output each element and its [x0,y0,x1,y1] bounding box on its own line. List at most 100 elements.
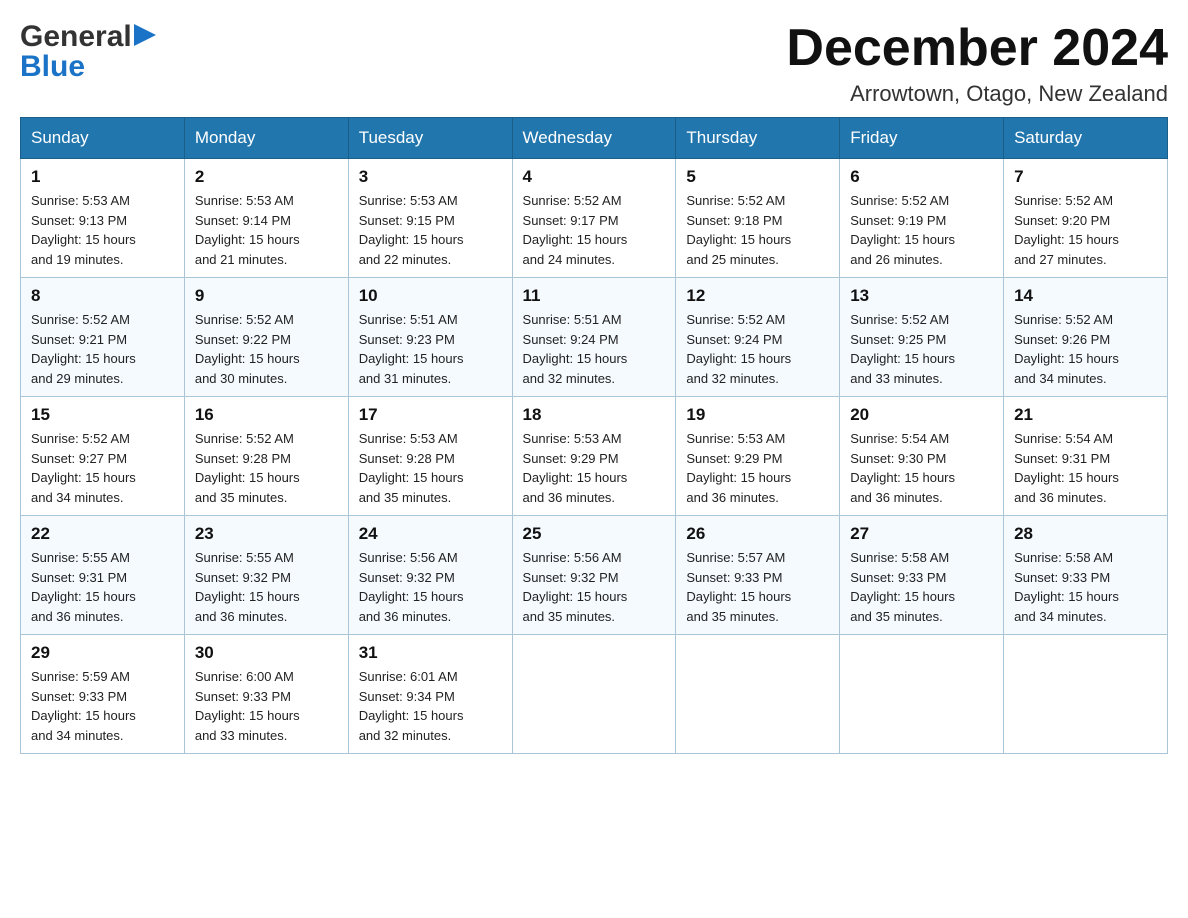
day-info: Sunrise: 5:58 AM Sunset: 9:33 PM Dayligh… [850,548,993,626]
table-row: 30 Sunrise: 6:00 AM Sunset: 9:33 PM Dayl… [184,635,348,754]
calendar-table: Sunday Monday Tuesday Wednesday Thursday… [20,117,1168,754]
header-wednesday: Wednesday [512,118,676,159]
day-info: Sunrise: 5:54 AM Sunset: 9:31 PM Dayligh… [1014,429,1157,507]
day-number: 21 [1014,405,1157,425]
day-info: Sunrise: 6:00 AM Sunset: 9:33 PM Dayligh… [195,667,338,745]
day-info: Sunrise: 5:53 AM Sunset: 9:28 PM Dayligh… [359,429,502,507]
table-row: 6 Sunrise: 5:52 AM Sunset: 9:19 PM Dayli… [840,159,1004,278]
table-row: 31 Sunrise: 6:01 AM Sunset: 9:34 PM Dayl… [348,635,512,754]
day-info: Sunrise: 5:52 AM Sunset: 9:21 PM Dayligh… [31,310,174,388]
day-info: Sunrise: 5:51 AM Sunset: 9:24 PM Dayligh… [523,310,666,388]
table-row: 26 Sunrise: 5:57 AM Sunset: 9:33 PM Dayl… [676,516,840,635]
table-row: 14 Sunrise: 5:52 AM Sunset: 9:26 PM Dayl… [1004,278,1168,397]
day-info: Sunrise: 5:53 AM Sunset: 9:29 PM Dayligh… [523,429,666,507]
day-number: 30 [195,643,338,663]
day-info: Sunrise: 5:53 AM Sunset: 9:29 PM Dayligh… [686,429,829,507]
day-number: 23 [195,524,338,544]
day-number: 4 [523,167,666,187]
page-header: General Blue December 2024 Arrowtown, Ot… [20,20,1168,107]
header-thursday: Thursday [676,118,840,159]
table-row: 3 Sunrise: 5:53 AM Sunset: 9:15 PM Dayli… [348,159,512,278]
day-info: Sunrise: 5:52 AM Sunset: 9:19 PM Dayligh… [850,191,993,269]
day-number: 31 [359,643,502,663]
day-number: 18 [523,405,666,425]
table-row [840,635,1004,754]
day-number: 9 [195,286,338,306]
day-info: Sunrise: 5:52 AM Sunset: 9:20 PM Dayligh… [1014,191,1157,269]
table-row: 27 Sunrise: 5:58 AM Sunset: 9:33 PM Dayl… [840,516,1004,635]
day-number: 1 [31,167,174,187]
table-row: 2 Sunrise: 5:53 AM Sunset: 9:14 PM Dayli… [184,159,348,278]
table-row: 28 Sunrise: 5:58 AM Sunset: 9:33 PM Dayl… [1004,516,1168,635]
header-tuesday: Tuesday [348,118,512,159]
title-block: December 2024 Arrowtown, Otago, New Zeal… [786,20,1168,107]
table-row [512,635,676,754]
day-number: 12 [686,286,829,306]
day-info: Sunrise: 5:53 AM Sunset: 9:14 PM Dayligh… [195,191,338,269]
day-info: Sunrise: 5:53 AM Sunset: 9:13 PM Dayligh… [31,191,174,269]
day-number: 3 [359,167,502,187]
calendar-week-4: 22 Sunrise: 5:55 AM Sunset: 9:31 PM Dayl… [21,516,1168,635]
calendar-subtitle: Arrowtown, Otago, New Zealand [786,81,1168,107]
table-row: 22 Sunrise: 5:55 AM Sunset: 9:31 PM Dayl… [21,516,185,635]
table-row: 9 Sunrise: 5:52 AM Sunset: 9:22 PM Dayli… [184,278,348,397]
day-number: 7 [1014,167,1157,187]
table-row: 20 Sunrise: 5:54 AM Sunset: 9:30 PM Dayl… [840,397,1004,516]
table-row: 25 Sunrise: 5:56 AM Sunset: 9:32 PM Dayl… [512,516,676,635]
header-friday: Friday [840,118,1004,159]
day-number: 13 [850,286,993,306]
table-row [676,635,840,754]
table-row: 5 Sunrise: 5:52 AM Sunset: 9:18 PM Dayli… [676,159,840,278]
day-number: 14 [1014,286,1157,306]
day-number: 17 [359,405,502,425]
day-number: 8 [31,286,174,306]
day-number: 28 [1014,524,1157,544]
day-info: Sunrise: 5:52 AM Sunset: 9:22 PM Dayligh… [195,310,338,388]
table-row: 16 Sunrise: 5:52 AM Sunset: 9:28 PM Dayl… [184,397,348,516]
table-row: 4 Sunrise: 5:52 AM Sunset: 9:17 PM Dayli… [512,159,676,278]
table-row: 8 Sunrise: 5:52 AM Sunset: 9:21 PM Dayli… [21,278,185,397]
table-row: 1 Sunrise: 5:53 AM Sunset: 9:13 PM Dayli… [21,159,185,278]
day-number: 22 [31,524,174,544]
day-number: 16 [195,405,338,425]
day-number: 19 [686,405,829,425]
calendar-week-5: 29 Sunrise: 5:59 AM Sunset: 9:33 PM Dayl… [21,635,1168,754]
day-number: 27 [850,524,993,544]
day-info: Sunrise: 5:57 AM Sunset: 9:33 PM Dayligh… [686,548,829,626]
day-number: 25 [523,524,666,544]
day-info: Sunrise: 5:56 AM Sunset: 9:32 PM Dayligh… [523,548,666,626]
header-sunday: Sunday [21,118,185,159]
day-info: Sunrise: 6:01 AM Sunset: 9:34 PM Dayligh… [359,667,502,745]
day-number: 2 [195,167,338,187]
calendar-week-2: 8 Sunrise: 5:52 AM Sunset: 9:21 PM Dayli… [21,278,1168,397]
logo: General Blue [20,20,156,84]
calendar-week-1: 1 Sunrise: 5:53 AM Sunset: 9:13 PM Dayli… [21,159,1168,278]
table-row: 21 Sunrise: 5:54 AM Sunset: 9:31 PM Dayl… [1004,397,1168,516]
day-info: Sunrise: 5:58 AM Sunset: 9:33 PM Dayligh… [1014,548,1157,626]
logo-arrow-icon [134,24,156,46]
day-info: Sunrise: 5:59 AM Sunset: 9:33 PM Dayligh… [31,667,174,745]
day-info: Sunrise: 5:55 AM Sunset: 9:32 PM Dayligh… [195,548,338,626]
day-info: Sunrise: 5:52 AM Sunset: 9:17 PM Dayligh… [523,191,666,269]
day-info: Sunrise: 5:53 AM Sunset: 9:15 PM Dayligh… [359,191,502,269]
day-number: 20 [850,405,993,425]
calendar-header-row: Sunday Monday Tuesday Wednesday Thursday… [21,118,1168,159]
day-number: 26 [686,524,829,544]
day-info: Sunrise: 5:52 AM Sunset: 9:24 PM Dayligh… [686,310,829,388]
day-number: 10 [359,286,502,306]
table-row: 17 Sunrise: 5:53 AM Sunset: 9:28 PM Dayl… [348,397,512,516]
header-saturday: Saturday [1004,118,1168,159]
day-info: Sunrise: 5:52 AM Sunset: 9:26 PM Dayligh… [1014,310,1157,388]
table-row [1004,635,1168,754]
logo-general: General [20,20,132,54]
table-row: 11 Sunrise: 5:51 AM Sunset: 9:24 PM Dayl… [512,278,676,397]
table-row: 18 Sunrise: 5:53 AM Sunset: 9:29 PM Dayl… [512,397,676,516]
day-info: Sunrise: 5:56 AM Sunset: 9:32 PM Dayligh… [359,548,502,626]
day-number: 6 [850,167,993,187]
table-row: 12 Sunrise: 5:52 AM Sunset: 9:24 PM Dayl… [676,278,840,397]
table-row: 7 Sunrise: 5:52 AM Sunset: 9:20 PM Dayli… [1004,159,1168,278]
day-info: Sunrise: 5:52 AM Sunset: 9:18 PM Dayligh… [686,191,829,269]
logo-blue: Blue [20,50,85,84]
table-row: 15 Sunrise: 5:52 AM Sunset: 9:27 PM Dayl… [21,397,185,516]
day-number: 15 [31,405,174,425]
